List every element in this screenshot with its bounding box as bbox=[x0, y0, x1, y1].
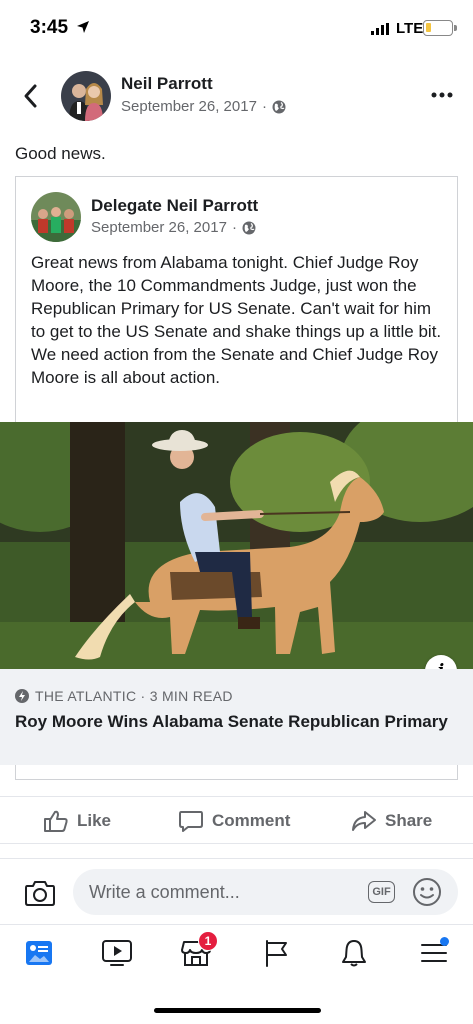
tab-news-feed[interactable] bbox=[19, 933, 59, 973]
thumbs-up-icon bbox=[44, 810, 68, 832]
comment-bar: GIF bbox=[0, 858, 473, 924]
shared-author-avatar[interactable] bbox=[31, 192, 81, 242]
tab-watch[interactable] bbox=[97, 933, 137, 973]
share-label: Share bbox=[385, 811, 433, 830]
share-button[interactable]: Share bbox=[351, 809, 432, 833]
flag-icon bbox=[266, 940, 287, 967]
signal-icon bbox=[371, 23, 389, 35]
link-title[interactable]: Roy Moore Wins Alabama Senate Republican… bbox=[15, 711, 455, 732]
link-card[interactable]: THE ATLANTIC · 3 MIN READ Roy Moore Wins… bbox=[0, 669, 473, 765]
tab-marketplace[interactable]: 1 bbox=[176, 931, 218, 973]
network-type: LTE bbox=[396, 20, 424, 37]
bottom-tab-bar: 1 bbox=[0, 924, 473, 984]
author-name[interactable]: Neil Parrott bbox=[121, 74, 213, 94]
like-label: Like bbox=[77, 811, 112, 830]
post-header: Neil Parrott September 26, 2017 · bbox=[0, 68, 473, 124]
menu-notification-dot bbox=[440, 937, 449, 946]
shared-post-meta: September 26, 2017 · bbox=[91, 219, 256, 236]
more-options-icon[interactable] bbox=[430, 90, 454, 100]
tab-menu[interactable] bbox=[414, 933, 454, 973]
shared-post-body: Great news from Alabama tonight. Chief J… bbox=[31, 253, 442, 387]
link-preview-image[interactable] bbox=[0, 422, 473, 669]
globe-icon bbox=[272, 100, 286, 113]
globe-icon bbox=[242, 221, 256, 234]
comment-label: Comment bbox=[212, 811, 291, 830]
meta-separator: · bbox=[261, 98, 267, 115]
share-icon bbox=[352, 811, 376, 831]
comment-button[interactable]: Comment bbox=[178, 809, 290, 833]
tab-notifications[interactable] bbox=[334, 933, 374, 973]
shared-post-bottom bbox=[15, 765, 458, 780]
instant-article-icon bbox=[15, 689, 29, 703]
emoji-icon[interactable] bbox=[412, 877, 442, 907]
watch-icon bbox=[102, 940, 132, 966]
camera-icon[interactable] bbox=[24, 879, 56, 907]
back-arrow-icon[interactable] bbox=[20, 82, 42, 110]
battery-icon bbox=[423, 20, 457, 36]
post-date[interactable]: September 26, 2017 bbox=[121, 98, 257, 115]
author-avatar[interactable] bbox=[61, 71, 111, 121]
like-button[interactable]: Like bbox=[43, 809, 111, 833]
home-indicator[interactable] bbox=[154, 1008, 321, 1013]
location-arrow-icon bbox=[77, 21, 89, 33]
link-source-text: THE ATLANTIC · 3 MIN READ bbox=[35, 688, 233, 704]
meta-separator: · bbox=[231, 219, 237, 236]
comment-input[interactable] bbox=[73, 869, 458, 915]
tab-pages[interactable] bbox=[256, 933, 296, 973]
comment-icon bbox=[179, 811, 203, 832]
post-meta: September 26, 2017 · bbox=[121, 98, 286, 115]
shared-post: Delegate Neil Parrott September 26, 2017… bbox=[15, 176, 458, 424]
action-bar: Like Comment Share bbox=[0, 796, 473, 844]
shared-post-date[interactable]: September 26, 2017 bbox=[91, 219, 227, 236]
link-source: THE ATLANTIC · 3 MIN READ bbox=[15, 688, 233, 704]
status-bar: 3:45 LTE bbox=[0, 0, 473, 58]
gif-button[interactable]: GIF bbox=[368, 881, 395, 903]
status-time: 3:45 bbox=[30, 17, 69, 38]
bell-icon bbox=[342, 940, 366, 967]
marketplace-badge: 1 bbox=[198, 931, 218, 951]
shared-author-name[interactable]: Delegate Neil Parrott bbox=[91, 196, 258, 216]
post-text: Good news. bbox=[15, 144, 106, 163]
news-feed-icon bbox=[26, 941, 52, 965]
